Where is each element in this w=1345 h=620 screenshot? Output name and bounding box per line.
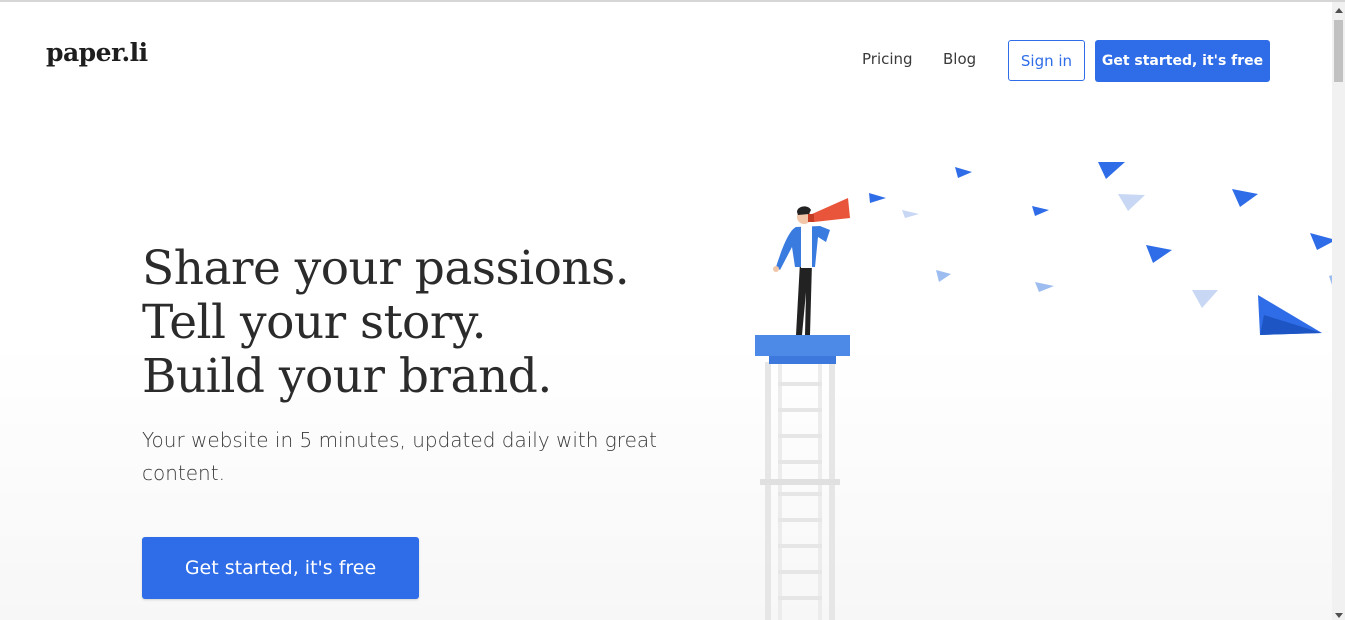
vertical-scrollbar[interactable] [1332,2,1345,620]
ladder-icon [760,362,840,620]
person-icon [773,206,830,335]
hero-illustration [755,162,1336,620]
headline-line-3: Build your brand. [142,349,552,404]
paper-planes-icon [869,162,1336,335]
page: paper.li Pricing Blog Sign in Get starte… [0,0,1345,620]
logo[interactable]: paper.li [46,38,148,67]
megaphone-icon [808,198,850,222]
hero-get-started-button[interactable]: Get started, it's free [142,537,419,599]
nav-blog-link[interactable]: Blog [943,50,976,68]
scroll-down-arrow-icon[interactable] [1335,613,1343,618]
hero-subtitle: Your website in 5 minutes, updated daily… [142,428,657,485]
scroll-thumb[interactable] [1334,20,1343,82]
headline-line-2: Tell your story. [142,295,487,350]
header-get-started-button[interactable]: Get started, it's free [1095,40,1270,82]
headline-line-1: Share your passions. [142,241,630,296]
sign-in-button[interactable]: Sign in [1008,40,1085,81]
nav-pricing-link[interactable]: Pricing [862,50,913,68]
scroll-up-arrow-icon[interactable] [1335,8,1343,13]
platform-icon [755,335,850,364]
hero-headline: Share your passions. Tell your story. Bu… [142,241,630,404]
